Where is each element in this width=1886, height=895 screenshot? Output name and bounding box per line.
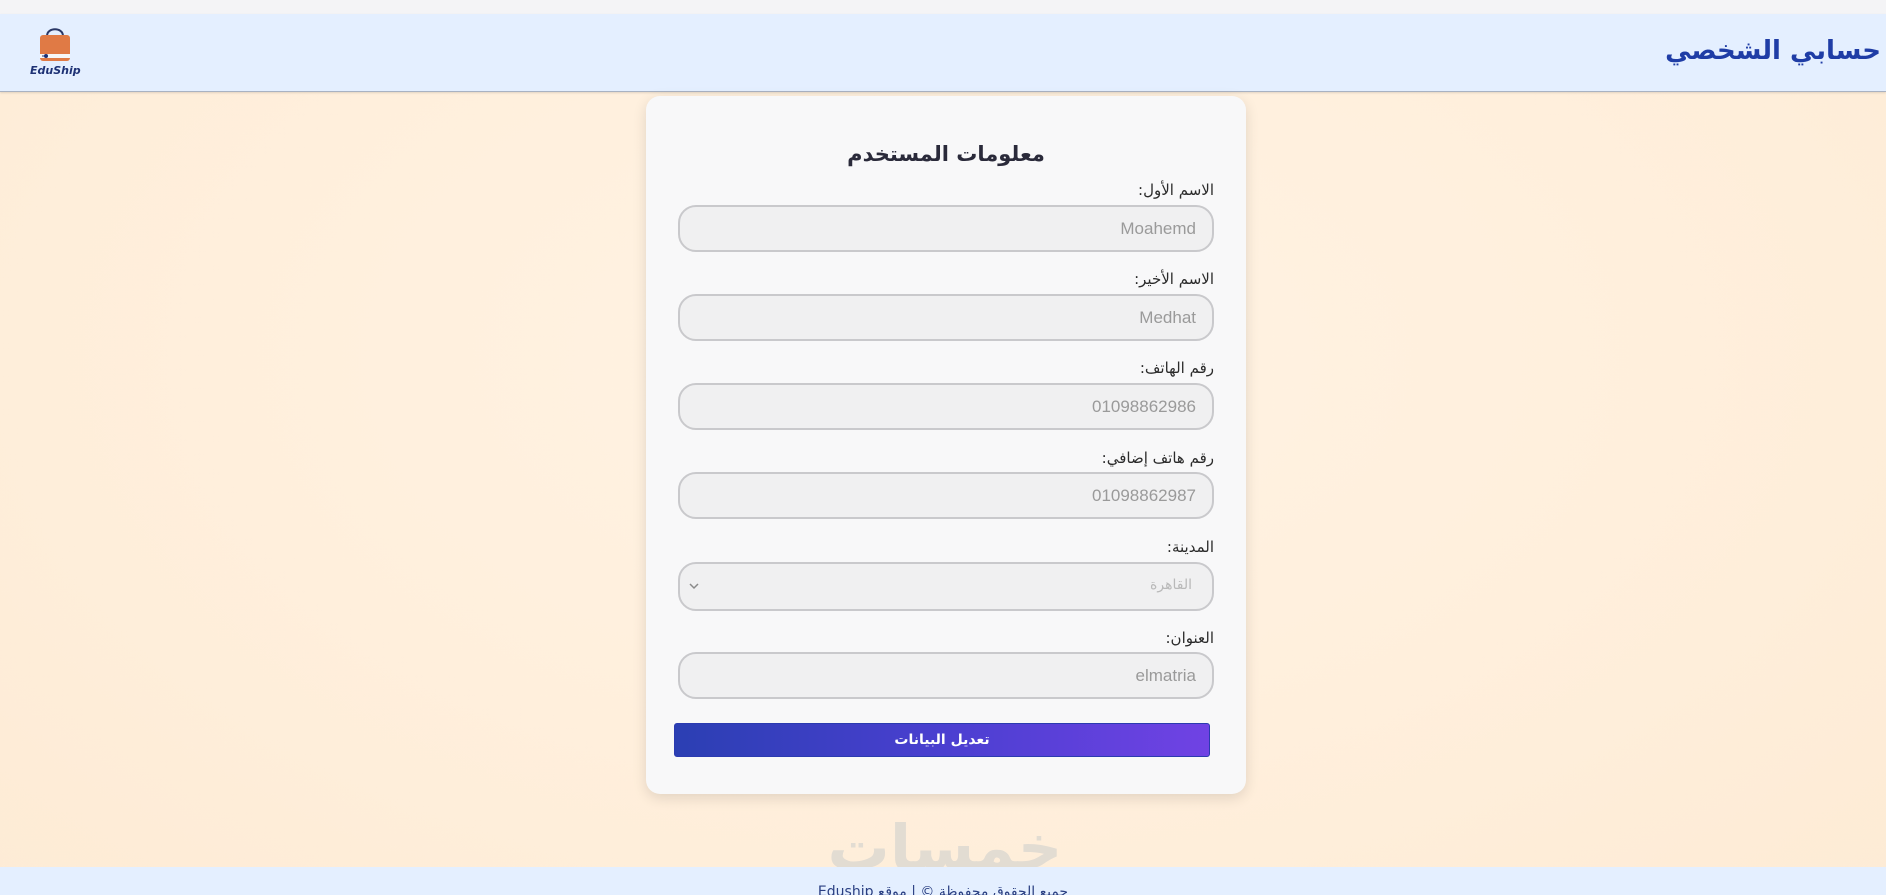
last-name-input[interactable]: [678, 294, 1214, 341]
chevron-down-icon: [689, 583, 699, 590]
first-name-label: الاسم الأول:: [1138, 181, 1214, 199]
phone-input[interactable]: [678, 383, 1214, 430]
first-name-input[interactable]: [678, 205, 1214, 252]
footer-copyright: جميع الحقوق محفوظة © | موقع Eduship: [817, 884, 1069, 895]
card-title: معلومات المستخدم: [847, 142, 1045, 166]
extra-phone-label: رقم هاتف إضافي:: [1101, 449, 1214, 467]
edit-data-button[interactable]: تعديل البيانات: [674, 723, 1210, 757]
last-name-label: الاسم الأخير:: [1134, 270, 1214, 288]
city-select[interactable]: القاهرة: [678, 562, 1214, 611]
logo-text: EduShip: [30, 64, 81, 77]
city-label: المدينة:: [1166, 538, 1214, 556]
phone-label: رقم الهاتف:: [1139, 359, 1214, 377]
extra-phone-input[interactable]: [678, 472, 1214, 519]
address-label: العنوان:: [1165, 629, 1215, 647]
site-header: EduShip حسابي الشخصي: [0, 14, 1886, 92]
city-selected-value: القاهرة: [1150, 577, 1192, 593]
address-input[interactable]: [678, 652, 1214, 699]
site-footer: جميع الحقوق محفوظة © | موقع Eduship: [0, 867, 1886, 895]
user-info-card: معلومات المستخدم الاسم الأول: الاسم الأخ…: [646, 96, 1246, 794]
shopping-bag-icon: [40, 28, 70, 61]
page-title: حسابي الشخصي: [1665, 36, 1881, 66]
eduship-logo[interactable]: EduShip: [30, 24, 81, 80]
browser-top-strip: [0, 0, 1886, 14]
